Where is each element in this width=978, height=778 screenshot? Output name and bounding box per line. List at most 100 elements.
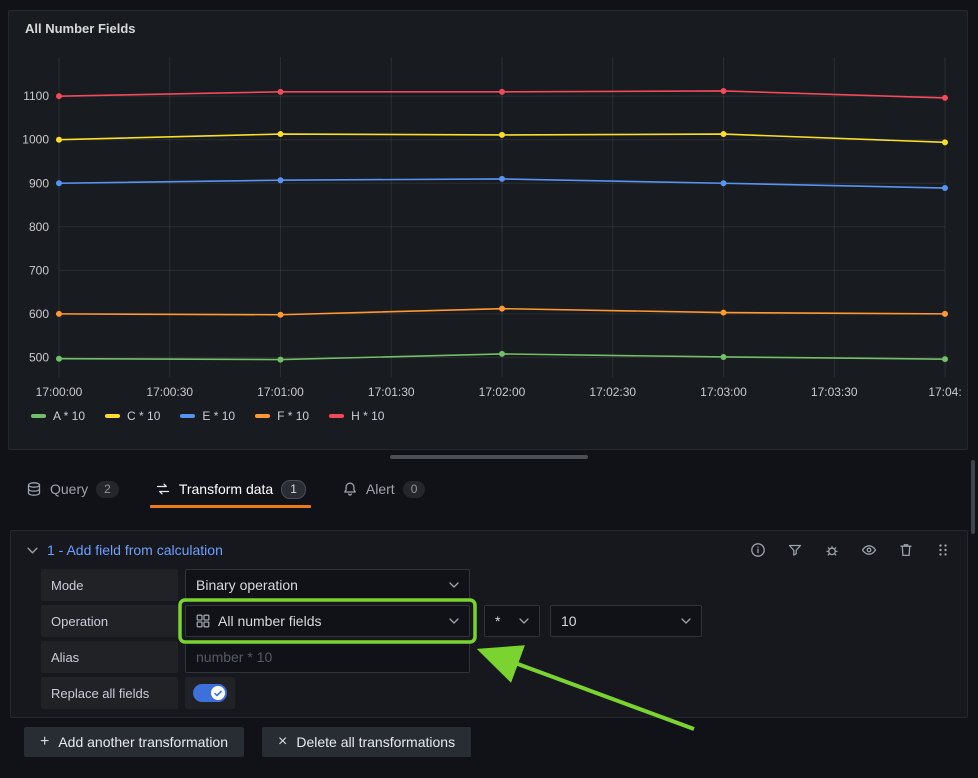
delete-all-transformations-button[interactable]: × Delete all transformations [262,727,471,757]
y-tick-label: 900 [29,176,49,190]
bug-icon[interactable] [824,542,840,558]
bell-icon [342,481,358,497]
panel-resize-handle[interactable] [390,455,588,459]
tab-badge: 1 [281,480,306,499]
legend-item[interactable]: F * 10 [255,409,309,423]
legend-item[interactable]: E * 10 [180,409,235,423]
transform-icon [155,481,171,497]
y-tick-label: 600 [29,307,49,321]
operator-select[interactable]: * [484,605,540,637]
series-point [721,310,727,316]
series-point [721,354,727,360]
transformation-title[interactable]: 1 - Add field from calculation [47,542,223,558]
legend-label: F * 10 [277,409,309,423]
legend-label: H * 10 [351,409,384,423]
operand-select[interactable]: 10 [550,605,702,637]
info-icon[interactable] [750,542,766,558]
tab-label: Query [50,481,88,497]
y-tick-label: 700 [29,263,49,277]
replace-all-fields-label: Replace all fields [41,677,178,709]
operation-row: Operation All number fields * 10 [41,605,951,637]
series-point [278,89,284,95]
eye-icon[interactable] [861,542,877,558]
legend-swatch [255,414,270,418]
plus-icon: + [40,734,49,750]
series-point [721,180,727,186]
series-point [942,95,948,101]
legend-item[interactable]: A * 10 [31,409,85,423]
series-point [56,180,62,186]
delete-all-transformations-label: Delete all transformations [296,734,455,750]
x-tick-label: 17:00:30 [146,385,193,399]
x-tick-label: 17:00:00 [36,385,83,399]
chart-legend: A * 10 C * 10 E * 10 F * 10 H * 10 [9,403,967,423]
chevron-down-icon [449,582,459,588]
series-point [278,177,284,183]
database-icon [26,481,42,497]
series-point [278,131,284,137]
series-point [56,356,62,362]
operator-value: * [495,613,500,629]
check-icon [214,690,222,697]
x-tick-label: 17:02:30 [589,385,636,399]
legend-item[interactable]: H * 10 [329,409,384,423]
legend-swatch [180,414,195,418]
series-point [499,132,505,138]
series-point [942,139,948,145]
chevron-down-icon [681,618,691,624]
replace-all-fields-row: Replace all fields [41,677,951,709]
tab-label: Transform data [179,481,273,497]
series-point [56,311,62,317]
x-tick-label: 17:03:00 [700,385,747,399]
operation-field-select[interactable]: All number fields [185,605,470,637]
add-transformation-button[interactable]: + Add another transformation [24,727,244,757]
legend-label: A * 10 [53,409,85,423]
series-point [499,176,505,182]
series-point [278,357,284,363]
legend-label: E * 10 [202,409,235,423]
filter-icon[interactable] [787,542,803,558]
transformation-editor: 1 - Add field from calculation [10,530,968,718]
legend-item[interactable]: C * 10 [105,409,160,423]
legend-swatch [105,414,120,418]
drag-handle-icon[interactable] [935,542,951,558]
tab-label: Alert [366,481,395,497]
transformation-fields: Mode Binary operation Operation All numb… [11,569,967,709]
mode-select[interactable]: Binary operation [185,569,470,601]
series-point [942,311,948,317]
trash-icon[interactable] [898,542,914,558]
operation-field-value: All number fields [218,613,322,629]
series-point [499,306,505,312]
x-tick-label: 17:04: [928,385,961,399]
transformation-actions: + Add another transformation × Delete al… [24,727,471,757]
panel-editor-tabs: Query 2 Transform data 1 Alert 0 [0,470,978,508]
tab-badge: 0 [403,481,426,498]
series-point [499,351,505,357]
chevron-down-icon [449,618,459,624]
mode-label: Mode [41,569,178,601]
y-tick-label: 1100 [23,89,49,103]
panel-header[interactable]: All Number Fields [9,11,967,39]
series-point [942,185,948,191]
replace-all-fields-toggle[interactable] [185,677,235,709]
toggle-track [193,684,227,702]
y-tick-label: 1000 [22,133,49,147]
tab-alert[interactable]: Alert 0 [342,470,425,508]
grid-icon [196,614,210,628]
timeseries-chart[interactable]: 5006007008009001000110017:00:0017:00:301… [9,39,967,403]
series-point [56,93,62,99]
series-point [721,131,727,137]
series-point [721,88,727,94]
timeseries-panel: All Number Fields 5006007008009001000110… [8,10,968,450]
alias-input[interactable] [185,641,470,673]
tab-transform-data[interactable]: Transform data 1 [155,470,306,508]
close-icon: × [278,734,287,750]
chevron-down-icon[interactable] [27,547,38,554]
legend-swatch [31,414,46,418]
chevron-down-icon [519,618,529,624]
panel-title: All Number Fields [25,21,951,37]
series-point [56,137,62,143]
transformation-toolbar [750,542,951,558]
tab-query[interactable]: Query 2 [26,470,119,508]
transformation-header: 1 - Add field from calculation [11,531,967,569]
